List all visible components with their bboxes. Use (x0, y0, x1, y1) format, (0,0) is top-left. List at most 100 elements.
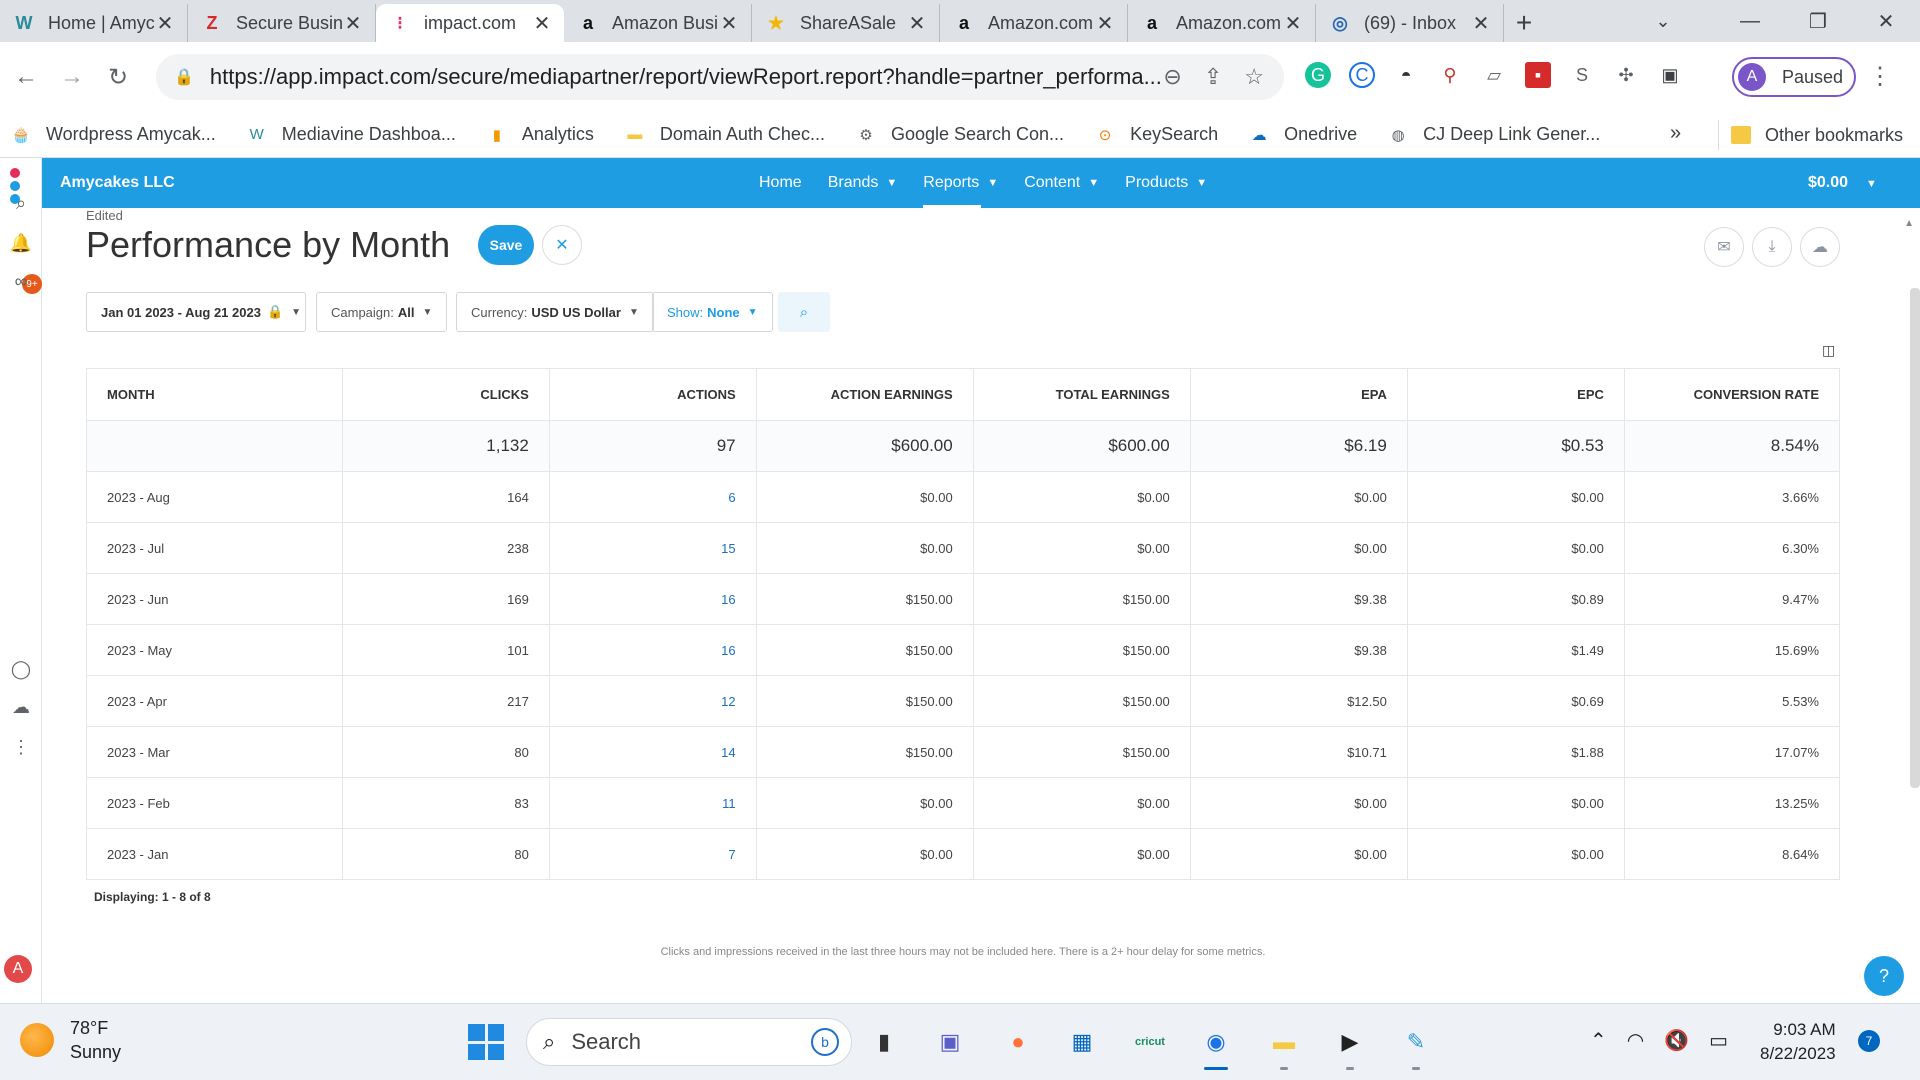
nav-home[interactable]: Home (746, 158, 815, 208)
campaign-filter[interactable]: Campaign: All ▼ (316, 292, 448, 332)
browser-tab[interactable]: ⁝ impact.com ✕ (376, 4, 564, 42)
user-avatar[interactable]: A (4, 955, 32, 983)
firefox-icon[interactable]: ● (996, 1020, 1040, 1064)
close-tab-icon[interactable]: ✕ (532, 11, 552, 36)
speaker-muted-icon[interactable]: 🔇 (1664, 1028, 1689, 1053)
incognito-extension-icon[interactable]: ◓ (1393, 62, 1419, 88)
s-extension-icon[interactable]: S (1569, 62, 1595, 88)
bookmark-item[interactable]: W Mediavine Dashboa... (246, 124, 456, 146)
tools-extension-icon[interactable]: ⚲ (1437, 62, 1463, 88)
email-icon[interactable]: ✉ (1704, 227, 1744, 267)
actions-link[interactable]: 6 (549, 471, 757, 523)
scrollbar[interactable] (1910, 288, 1920, 788)
scroll-up-icon[interactable]: ▲ (1904, 218, 1914, 229)
browser-tab[interactable]: ★ ShareASale ✕ (752, 4, 940, 42)
new-tab-icon[interactable]: + (1504, 4, 1544, 42)
show-filter[interactable]: Show: None ▼ (652, 292, 773, 332)
cricut-icon[interactable]: cricut (1128, 1020, 1172, 1064)
column-header[interactable]: CLICKS (342, 368, 550, 421)
battery-icon[interactable]: ▭ (1709, 1028, 1728, 1053)
teams-icon[interactable]: ▣ (928, 1020, 972, 1064)
close-tab-icon[interactable]: ✕ (155, 11, 175, 36)
share-icon[interactable]: ⇪ (1204, 64, 1222, 90)
actions-link[interactable]: 16 (549, 573, 757, 625)
actions-link[interactable]: 11 (549, 777, 757, 829)
reload-icon[interactable]: ↻ (98, 57, 138, 97)
notification-count[interactable]: 7 (1858, 1030, 1880, 1052)
chat-icon[interactable]: ◯ (6, 654, 36, 684)
actions-link[interactable]: 14 (549, 726, 757, 778)
actions-link[interactable]: 16 (549, 624, 757, 676)
close-tab-icon[interactable]: ✕ (1283, 11, 1303, 36)
side-panel-icon[interactable]: ▣ (1657, 62, 1683, 88)
close-window-icon[interactable]: ✕ (1852, 0, 1920, 42)
close-tab-icon[interactable]: ✕ (1471, 11, 1491, 36)
grammarly-icon[interactable]: G (1305, 62, 1331, 88)
browser-tab[interactable]: a Amazon.com ✕ (1128, 4, 1316, 42)
bookmark-item[interactable]: 🧁 Wordpress Amycak... (10, 124, 216, 146)
cloud-export-icon[interactable]: ☁ (1800, 227, 1840, 267)
browser-menu-icon[interactable]: ⋮ (1868, 62, 1892, 91)
column-header[interactable]: EPC (1407, 368, 1625, 421)
cancel-icon[interactable]: ✕ (542, 225, 582, 265)
browser-tab[interactable]: a Amazon.com ✕ (940, 4, 1128, 42)
printer-extension-icon[interactable]: ▱ (1481, 62, 1507, 88)
balance-menu[interactable]: $0.00 ▼ (1808, 174, 1877, 192)
browser-tab[interactable]: a Amazon Business✕ (564, 4, 752, 42)
actions-link[interactable]: 12 (549, 675, 757, 727)
help-icon[interactable]: ? (1864, 956, 1904, 996)
bookmark-item[interactable]: ◍ CJ Deep Link Gener... (1387, 124, 1601, 146)
column-header[interactable]: MONTH (86, 368, 343, 421)
tab-search-icon[interactable]: ⌄ (1645, 4, 1681, 38)
more-dots-icon[interactable]: ⋮ (6, 732, 36, 762)
forward-arrow-icon[interactable]: → (52, 57, 92, 97)
nav-brands[interactable]: Brands ▼ (815, 158, 911, 208)
bookmark-item[interactable]: ⊙ KeySearch (1094, 124, 1218, 146)
folder-icon[interactable]: ▬ (1262, 1020, 1306, 1070)
extension-c-icon[interactable]: C (1349, 62, 1375, 88)
currency-filter[interactable]: Currency: USD US Dollar ▼ (456, 292, 654, 332)
chrome-icon[interactable]: ◉ (1194, 1020, 1238, 1070)
paint-icon[interactable]: ✎ (1394, 1020, 1438, 1070)
download-icon[interactable]: ⤓ (1752, 227, 1792, 267)
company-name[interactable]: Amycakes LLC (60, 174, 175, 192)
close-tab-icon[interactable]: ✕ (343, 11, 363, 36)
column-header[interactable]: CONVERSION RATE (1624, 368, 1841, 421)
column-header[interactable]: ACTIONS (549, 368, 757, 421)
zoom-icon[interactable]: ⊖ (1163, 64, 1181, 90)
clock[interactable]: 9:03 AM 8/22/2023 (1760, 1018, 1836, 1066)
close-tab-icon[interactable]: ✕ (719, 11, 739, 36)
taskbar-search[interactable]: ⌕ Search b (526, 1018, 852, 1066)
restore-icon[interactable]: ❐ (1784, 0, 1852, 42)
url-text[interactable]: https://app.impact.com/secure/mediapartn… (210, 64, 1163, 90)
date-range-filter[interactable]: Jan 01 2023 - Aug 21 2023 🔒 ▼ (86, 292, 306, 332)
column-header[interactable]: EPA (1190, 368, 1408, 421)
back-arrow-icon[interactable]: ← (6, 57, 46, 97)
search-icon[interactable]: ⌕ (6, 188, 36, 218)
bing-icon[interactable]: b (811, 1028, 839, 1056)
minimize-icon[interactable]: — (1716, 0, 1784, 42)
close-tab-icon[interactable]: ✕ (1095, 11, 1115, 36)
more-bookmarks-icon[interactable]: » (1670, 122, 1681, 145)
actions-link[interactable]: 7 (549, 828, 757, 880)
bookmark-item[interactable]: ▮ Analytics (486, 124, 594, 146)
bookmark-item[interactable]: ▬ Domain Auth Chec... (624, 124, 825, 146)
address-bar[interactable]: 🔒 https://app.impact.com/secure/mediapar… (156, 54, 1284, 100)
windows-start-icon[interactable] (468, 1024, 504, 1060)
file-manager-icon[interactable]: ▮ (862, 1020, 906, 1064)
browser-tab[interactable]: W Home | Amycakes✕ (0, 4, 188, 42)
nav-reports[interactable]: Reports ▼ (910, 158, 1011, 208)
media-player-icon[interactable]: ▶ (1328, 1020, 1372, 1070)
chevron-up-icon[interactable]: ⌃ (1590, 1028, 1607, 1053)
nav-products[interactable]: Products ▼ (1112, 158, 1220, 208)
bookmark-item[interactable]: ☁ Onedrive (1248, 124, 1358, 146)
link-icon[interactable]: ∞ (6, 266, 36, 296)
profile-button[interactable]: A Paused (1732, 57, 1856, 97)
cloud-icon[interactable]: ☁ (6, 692, 36, 722)
search-button[interactable]: ⌕ (778, 292, 830, 332)
browser-tab[interactable]: ◎ (69) - Inbox ✕ (1316, 4, 1504, 42)
close-tab-icon[interactable]: ✕ (907, 11, 927, 36)
column-header[interactable]: TOTAL EARNINGS (973, 368, 1191, 421)
puzzle-extensions-icon[interactable]: ✣ (1613, 62, 1639, 88)
wifi-icon[interactable]: ◠ (1627, 1028, 1644, 1053)
